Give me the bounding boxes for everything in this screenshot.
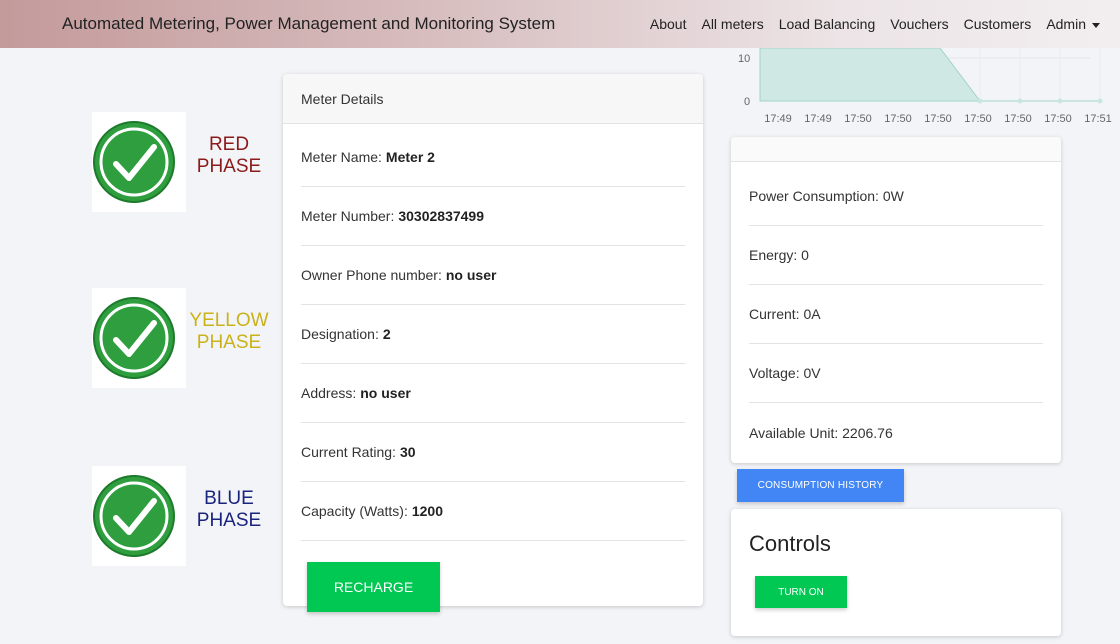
blue-phase-label: BLUE PHASE xyxy=(188,488,270,532)
owner-phone-label: Owner Phone number: xyxy=(301,267,442,283)
x-tick-label: 17:50 xyxy=(884,113,912,125)
check-circle-icon xyxy=(92,288,186,388)
meter-details-card: Meter Details Meter Name: Meter 2 Meter N… xyxy=(283,74,703,612)
x-tick-label: 17:50 xyxy=(964,113,992,125)
nav-links: About All meters Load Balancing Vouchers… xyxy=(635,0,1100,48)
meter-name-label: Meter Name: xyxy=(301,149,382,165)
y-tick-label-0: 0 xyxy=(744,96,750,108)
power-consumption-stat: Power Consumption: 0W xyxy=(749,167,1043,226)
nav-all-meters-link[interactable]: All meters xyxy=(701,16,763,32)
check-circle-icon xyxy=(92,466,186,566)
yellow-phase-line1: YELLOW xyxy=(189,310,269,331)
x-tick-label: 17:51 xyxy=(1084,113,1112,125)
current-rating-row: Current Rating: 30 xyxy=(301,423,685,482)
recharge-button[interactable]: RECHARGE xyxy=(307,562,440,612)
current-rating-value: 30 xyxy=(399,444,416,460)
nav-load-balancing-link[interactable]: Load Balancing xyxy=(779,16,876,32)
stats-card-header xyxy=(731,137,1061,162)
x-tick-label: 17:49 xyxy=(764,113,792,125)
check-circle-icon xyxy=(92,112,186,212)
caret-down-icon xyxy=(1092,22,1100,28)
address-row: Address: no user xyxy=(301,364,685,423)
admin-dropdown-label: Admin xyxy=(1046,16,1086,32)
navbar: Automated Metering, Power Management and… xyxy=(0,0,1120,48)
address-label: Address: xyxy=(301,385,357,401)
chart-data-point xyxy=(977,98,983,104)
voltage-stat: Voltage: 0V xyxy=(749,344,1043,403)
nav-about-link[interactable]: About xyxy=(650,16,687,32)
available-unit-stat: Available Unit: 2206.76 xyxy=(749,424,893,441)
designation-label: Designation: xyxy=(301,326,379,342)
owner-phone-value: no user xyxy=(445,267,497,283)
x-tick-label: 17:50 xyxy=(1004,113,1032,125)
chart-data-point xyxy=(1017,98,1023,104)
meter-name-row: Meter Name: Meter 2 xyxy=(301,128,685,187)
address-value: no user xyxy=(360,385,411,401)
consumption-chart: 10 0 17:49 17:49 17:50 17:50 17:50 17:50 17:50… xyxy=(738,48,1112,125)
meter-number-label: Meter Number: xyxy=(301,208,395,224)
meter-name-value: Meter 2 xyxy=(385,149,435,165)
blue-phase-line2: PHASE xyxy=(196,510,262,531)
x-tick-label: 17:50 xyxy=(844,113,872,125)
meter-stats-card: Power Consumption: 0W Energy: 0 Current:… xyxy=(731,137,1061,463)
admin-dropdown[interactable]: Admin xyxy=(1046,16,1100,32)
brand-title[interactable]: Automated Metering, Power Management and… xyxy=(62,0,555,48)
red-phase-line1: RED xyxy=(208,134,250,155)
x-tick-label: 17:50 xyxy=(1044,113,1072,125)
current-stat: Current: 0A xyxy=(749,285,1043,344)
yellow-phase-indicator: YELLOW PHASE xyxy=(92,288,282,388)
blue-phase-indicator: BLUE PHASE xyxy=(92,466,282,566)
owner-phone-row: Owner Phone number: no user xyxy=(301,246,685,305)
meter-details-header: Meter Details xyxy=(283,74,703,124)
red-phase-indicator: RED PHASE xyxy=(92,112,282,212)
x-tick-label: 17:49 xyxy=(804,113,832,125)
capacity-value: 1200 xyxy=(411,503,443,519)
yellow-phase-label: YELLOW PHASE xyxy=(188,310,270,354)
y-tick-label-10: 10 xyxy=(738,53,750,65)
red-phase-line2: PHASE xyxy=(196,156,262,177)
designation-row: Designation: 2 xyxy=(301,305,685,364)
energy-stat: Energy: 0 xyxy=(749,226,1043,285)
designation-value: 2 xyxy=(382,326,391,342)
turn-on-button[interactable]: TURN ON xyxy=(755,576,847,608)
controls-card: Controls TURN ON xyxy=(731,509,1061,636)
capacity-row: Capacity (Watts): 1200 xyxy=(301,482,685,541)
meter-number-value: 30302837499 xyxy=(398,208,485,224)
blue-phase-line1: BLUE xyxy=(204,488,254,509)
nav-customers-link[interactable]: Customers xyxy=(964,16,1032,32)
consumption-history-button[interactable]: CONSUMPTION HISTORY xyxy=(737,469,904,502)
chart-data-point xyxy=(1057,98,1063,104)
chart-area-series xyxy=(759,48,1100,102)
meter-number-row: Meter Number: 30302837499 xyxy=(301,187,685,246)
chart-data-point xyxy=(1097,98,1103,104)
yellow-phase-line2: PHASE xyxy=(196,332,262,353)
controls-title: Controls xyxy=(749,531,831,556)
capacity-label: Capacity (Watts): xyxy=(301,503,408,519)
red-phase-label: RED PHASE xyxy=(188,134,270,178)
x-tick-label: 17:50 xyxy=(924,113,952,125)
nav-vouchers-link[interactable]: Vouchers xyxy=(890,16,948,32)
current-rating-label: Current Rating: xyxy=(301,444,396,460)
